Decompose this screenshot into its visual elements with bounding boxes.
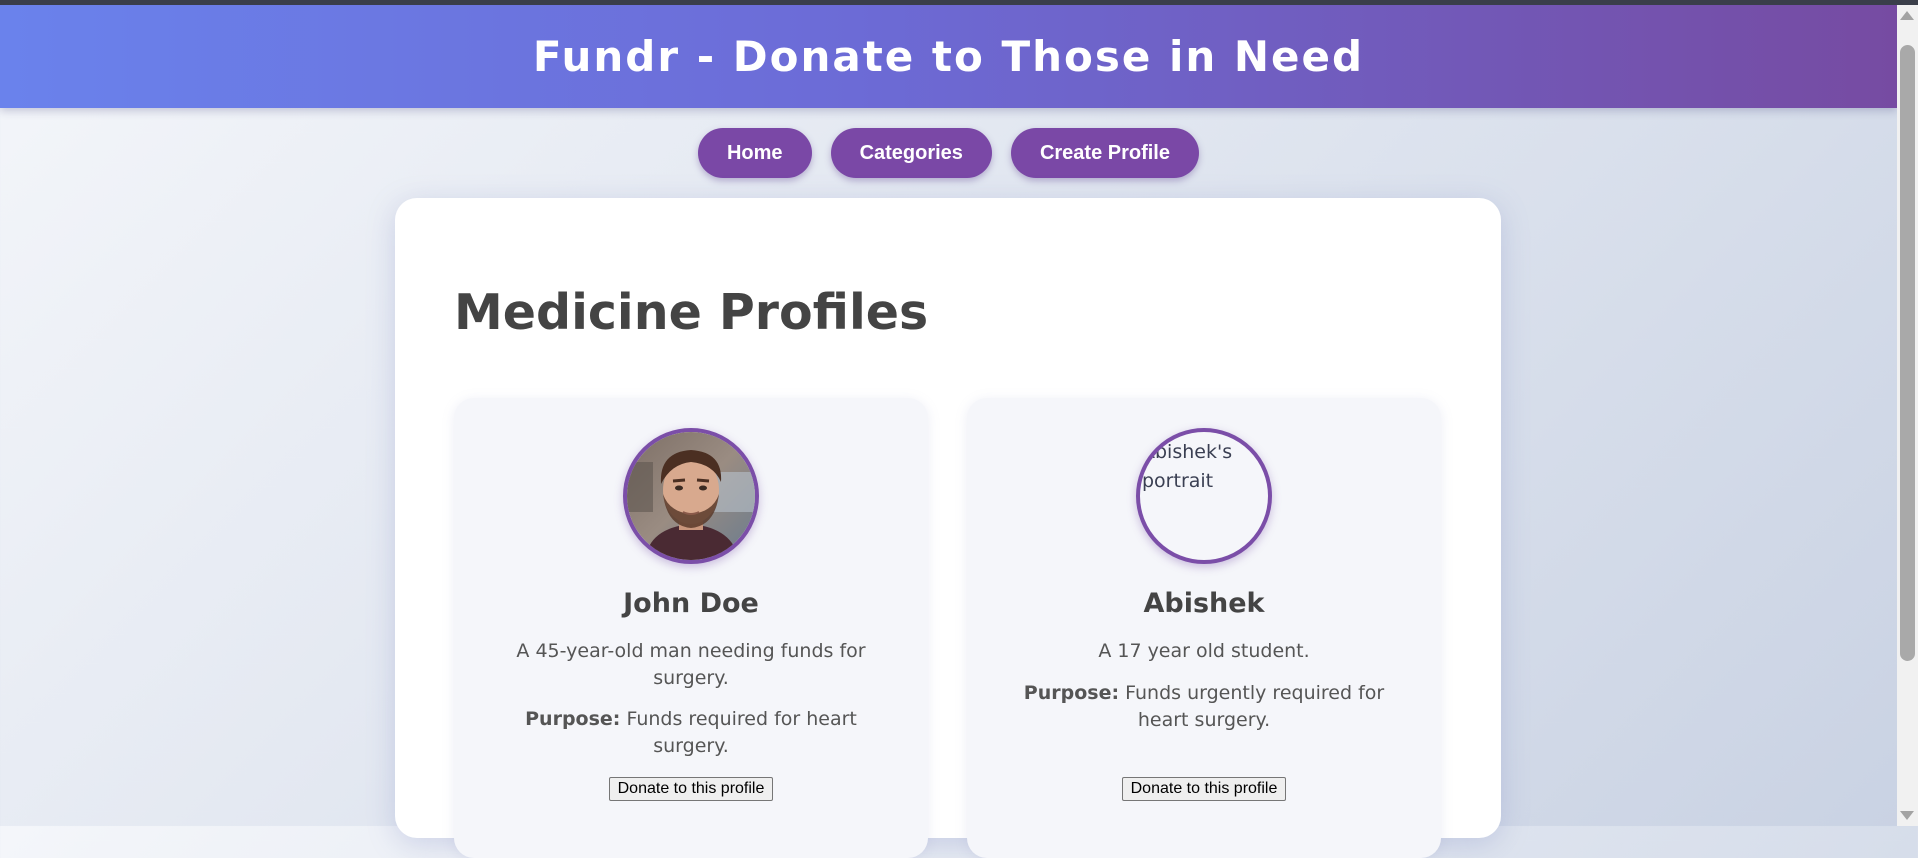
site-title: Fundr - Donate to Those in Need [532,32,1365,81]
profile-description: A 17 year old student. [1098,640,1310,662]
scroll-down-arrow-icon[interactable] [1900,811,1914,820]
vertical-scrollbar[interactable] [1897,5,1918,826]
purpose-text: Funds required for heart surgery. [626,708,857,757]
scroll-up-arrow-icon[interactable] [1900,11,1914,20]
profile-name: John Doe [623,588,759,619]
profile-name: Abishek [1143,588,1265,619]
nav-create-profile-button[interactable]: Create Profile [1010,128,1199,178]
nav-home-button[interactable]: Home [697,128,812,178]
profile-card-john-doe: John Doe A 45-year-old man needing funds… [454,398,928,858]
profile-purpose: Purpose: Funds required for heart surger… [494,706,888,760]
donate-button-john-doe[interactable]: Donate to this profile [608,777,774,801]
purpose-label: Purpose: [1023,682,1120,704]
page-title: Medicine Profiles [454,284,929,341]
portrait-photo [627,432,755,560]
avatar [623,428,759,564]
purpose-label: Purpose: [525,708,621,730]
profile-description: A 45-year-old man needing funds for surg… [516,640,866,689]
donate-button-abishek[interactable]: Donate to this profile [1121,777,1287,801]
nav-categories-button[interactable]: Categories [830,128,992,178]
purpose-text: Funds urgently required for heart surger… [1125,682,1385,731]
scrollbar-thumb[interactable] [1900,45,1915,661]
profiles-panel: Medicine Profiles John Doe A 45-year-old… [395,198,1501,858]
main-nav: Home Categories Create Profile [0,128,1897,178]
avatar-broken-image: Abishek's portrait [1136,428,1272,564]
avatar-alt-text: Abishek's portrait [1142,441,1233,492]
profile-purpose: Purpose: Funds urgently required for hea… [1007,680,1401,734]
site-header: Fundr - Donate to Those in Need [0,5,1897,108]
profile-card-abishek: Abishek's portrait Abishek A 17 year old… [967,398,1441,858]
